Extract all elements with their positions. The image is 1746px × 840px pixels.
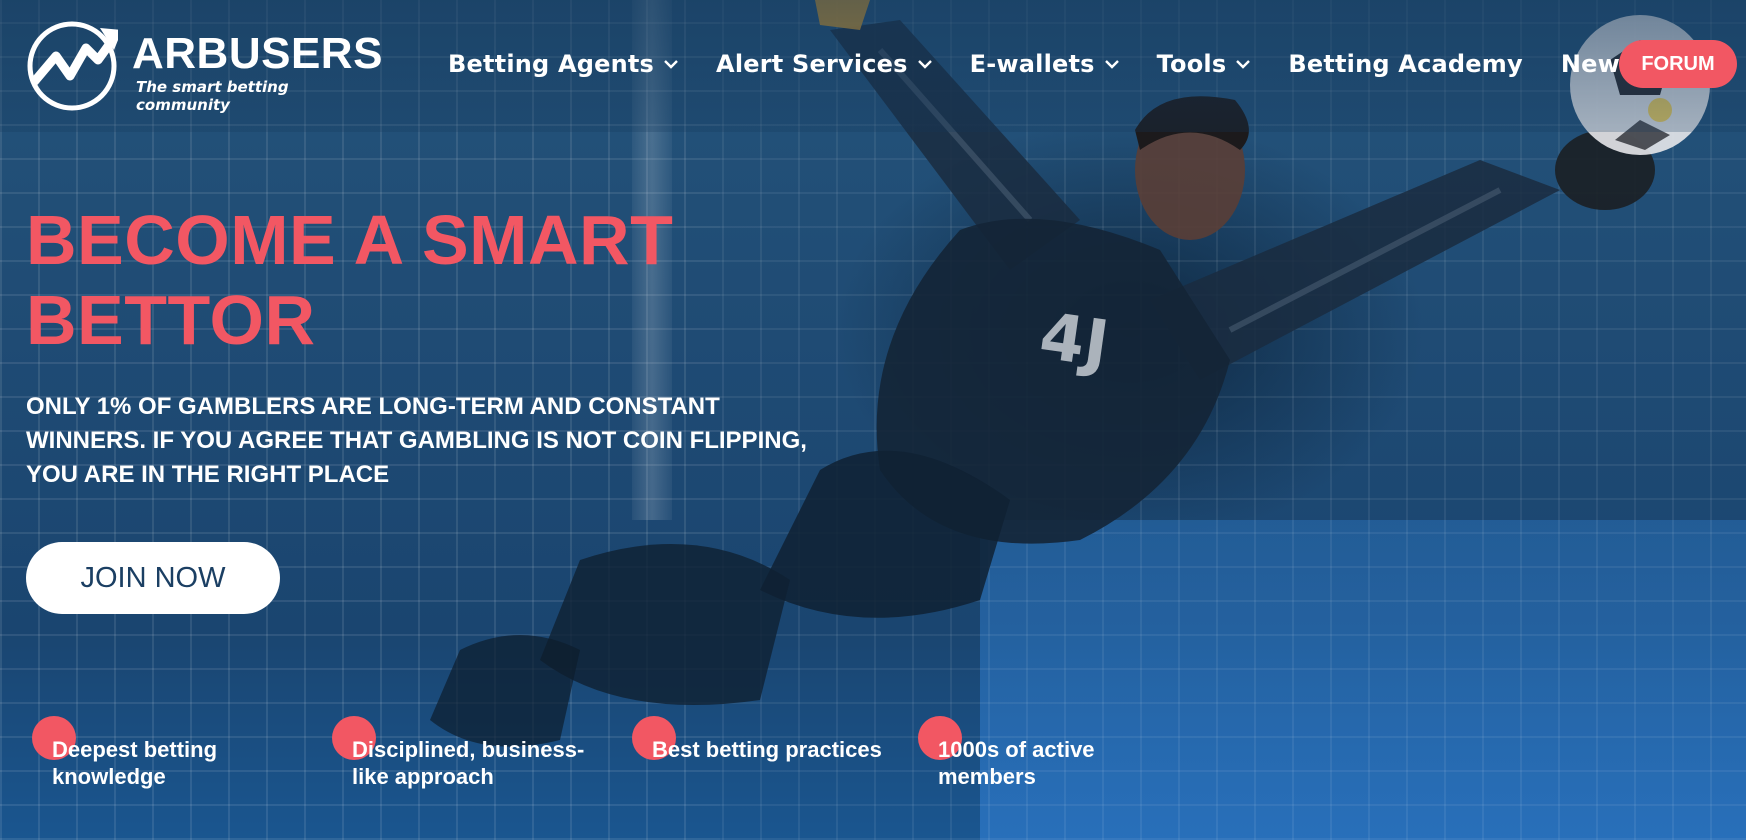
headline-line-2: BETTOR: [26, 281, 316, 359]
svg-text:4J: 4J: [1035, 300, 1113, 383]
feature-text: Disciplined, business- like approach: [352, 716, 612, 790]
chevron-down-icon: [917, 60, 932, 69]
nav-item-betting-academy[interactable]: Betting Academy: [1288, 50, 1522, 78]
feature-item: 1000s of active members: [918, 716, 1178, 796]
feature-line-2: members: [938, 764, 1036, 789]
feature-line-1: Deepest betting: [52, 737, 218, 762]
chevron-down-icon: [664, 60, 678, 69]
nav-item-betting-agents[interactable]: Betting Agents: [448, 50, 678, 78]
nav-item-tools[interactable]: Tools: [1157, 50, 1251, 78]
nav-item-label: Betting Academy: [1288, 50, 1523, 78]
nav-item-label: Tools: [1156, 50, 1227, 78]
logo-mark-icon: [27, 21, 118, 111]
nav-item-label: Alert Services: [716, 50, 908, 78]
feature-line-1: 1000s of active: [938, 737, 1095, 762]
nav-item-label: Betting Agents: [448, 50, 655, 78]
main-nav: Betting Agents Alert Services E-wallets …: [448, 46, 1672, 82]
hero-subtitle: ONLY 1% OF GAMBLERS ARE LONG-TERM AND CO…: [26, 390, 826, 492]
feature-line-1: Disciplined, business-: [352, 737, 585, 762]
subtitle-line-3: YOU ARE IN THE RIGHT PLACE: [26, 461, 390, 488]
forum-button[interactable]: FORUM: [1619, 40, 1737, 88]
nav-item-e-wallets[interactable]: E-wallets: [970, 50, 1119, 78]
feature-line-2: like approach: [352, 764, 494, 789]
chevron-down-icon: [1104, 60, 1119, 69]
subtitle-line-2: WINNERS. IF YOU AGREE THAT GAMBLING IS N…: [26, 427, 807, 454]
hero-headline: BECOME A SMART BETTOR: [26, 200, 746, 360]
feature-text: Best betting practices: [652, 716, 912, 763]
logo-tagline: The smart betting community: [136, 78, 289, 114]
subtitle-line-1: ONLY 1% OF GAMBLERS ARE LONG-TERM AND CO…: [26, 393, 720, 420]
nav-item-label: E-wallets: [969, 50, 1095, 78]
nav-item-alert-services[interactable]: Alert Services: [716, 50, 932, 78]
feature-text: 1000s of active members: [938, 716, 1178, 790]
site-logo[interactable]: ARBUSERS The smart betting community: [26, 20, 382, 114]
feature-item: Deepest betting knowledge: [32, 716, 292, 796]
feature-item: Best betting practices: [632, 716, 912, 796]
chevron-down-icon: [1236, 60, 1251, 69]
join-now-button[interactable]: JOIN NOW: [26, 542, 280, 614]
feature-line-1: Best betting practices: [652, 737, 882, 762]
headline-line-1: BECOME A SMART: [26, 201, 674, 279]
hero-section: 4J ARBUSERS The smart betting community …: [0, 0, 1746, 840]
logo-title: ARBUSERS: [132, 29, 383, 78]
feature-item: Disciplined, business- like approach: [332, 716, 612, 796]
feature-text: Deepest betting knowledge: [52, 716, 292, 790]
feature-line-2: knowledge: [52, 764, 166, 789]
